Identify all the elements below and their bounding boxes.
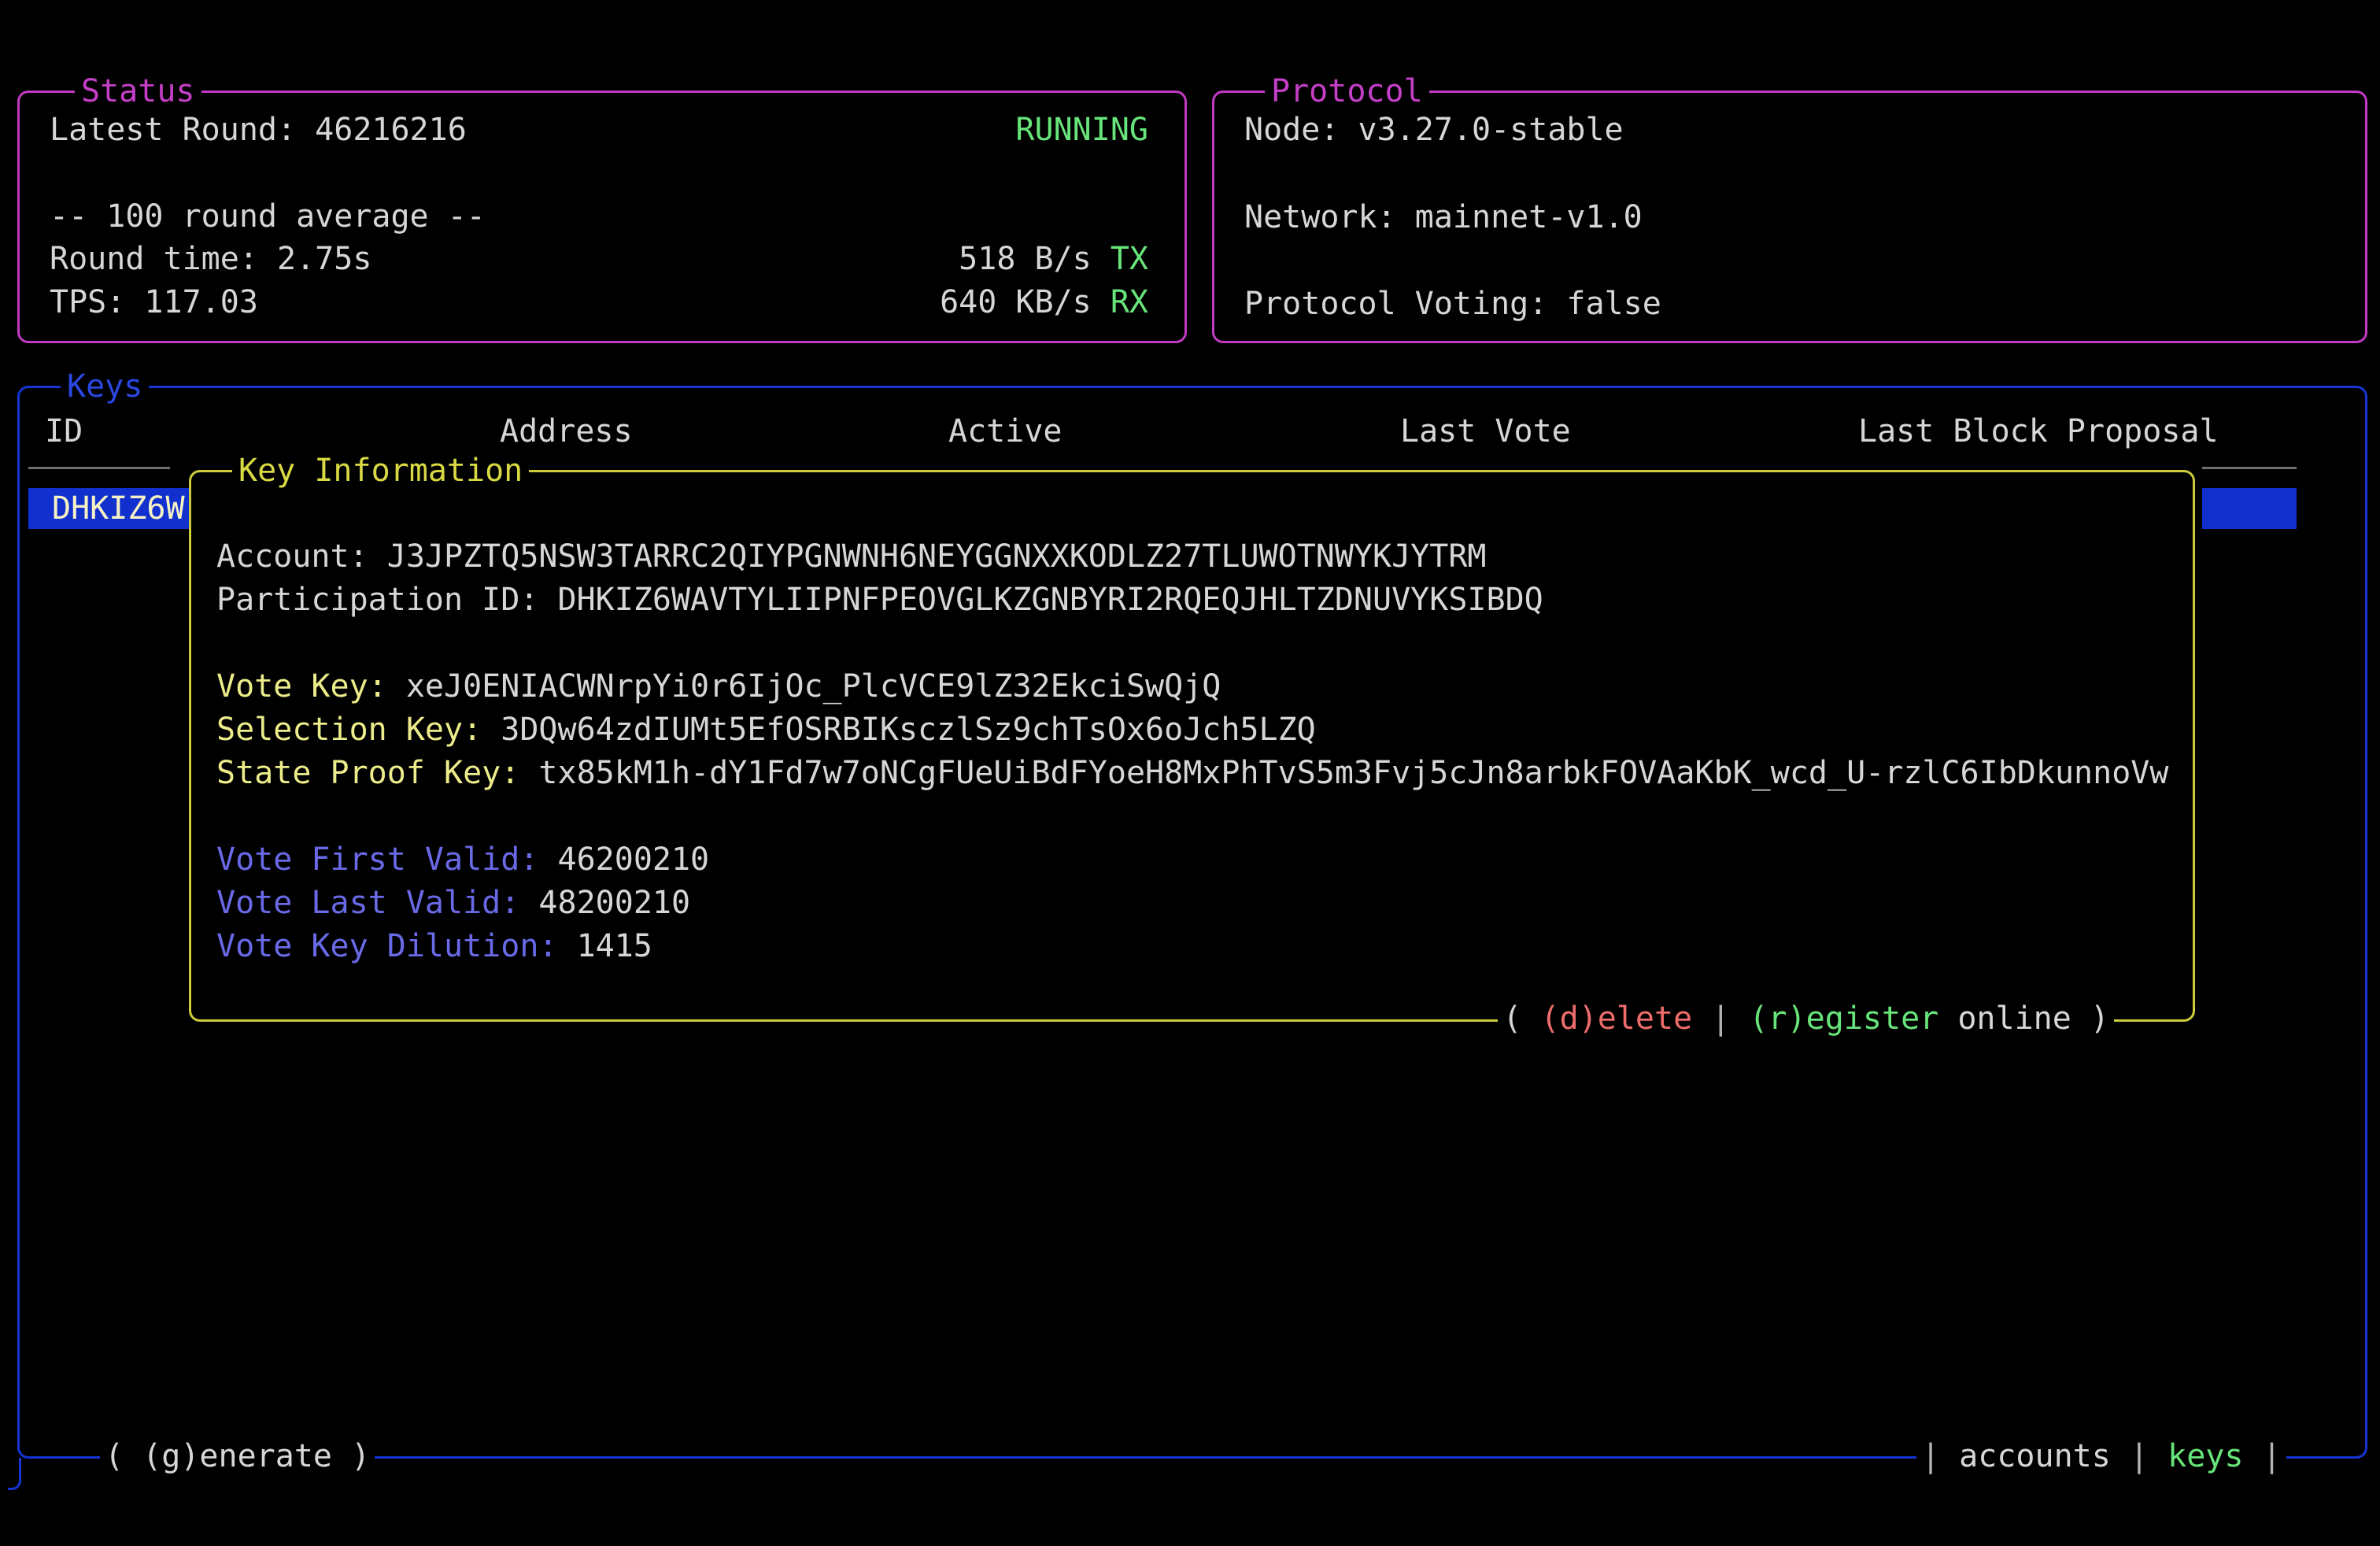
table-row-selected[interactable]: DHKIZ6W [28,488,205,529]
actions-online-text: online ) [1938,1000,2109,1037]
tab-pipe-right: | [2263,1438,2282,1474]
tps-text: TPS: 117.03 [50,281,258,324]
tx-label: TX [1111,241,1148,277]
column-header-last-block-proposal: Last Block Proposal [1858,410,2219,453]
vote-key-line: Vote Key: xeJ0ENIACWNrpYi0r6IjOc_PlcVCE9… [216,665,1221,708]
column-header-last-vote: Last Vote [1400,410,1571,453]
register-online-button[interactable]: (r)egister [1749,1000,1938,1037]
rx-label: RX [1111,284,1148,320]
selection-key-line: Selection Key: 3DQw64zdIUMt5EfOSRBIKsczl… [216,708,1316,752]
keys-panel-title: Keys [61,365,149,409]
vote-last-valid-label: Vote Last Valid: [216,885,538,921]
rx-rate-value: 640 KB/s [940,284,1111,320]
vote-first-valid-value: 46200210 [557,841,709,878]
rx-rate-text: 640 KB/s RX [940,281,1148,324]
participation-id-value: DHKIZ6WAVTYLIIPNFPEOVGLKZGNBYRI2RQEQJHLT… [557,582,1543,618]
actions-open-paren: ( [1502,1000,1540,1037]
border-corner-artifact [8,1458,21,1490]
tab-accounts[interactable]: accounts [1940,1438,2130,1474]
delete-button[interactable]: (d)elete [1541,1000,1693,1037]
actions-separator: | [1692,1000,1749,1037]
column-header-id: ID [45,410,83,453]
tab-keys[interactable]: keys [2168,1438,2243,1474]
column-header-active: Active [948,410,1062,453]
table-row-selected-right-segment[interactable] [2202,488,2297,529]
protocol-panel-title: Protocol [1265,70,1429,113]
state-proof-key-value: tx85kM1h-dY1Fd7w7oNCgFUeUiBdFYoeH8MxPhTv… [538,755,2168,791]
round-time-text: Round time: 2.75s [50,238,371,281]
tab-space2 [2243,1438,2262,1474]
vote-key-label: Vote Key: [216,668,406,705]
vote-key-dilution-label: Vote Key Dilution: [216,928,577,964]
terminal-screen: { "status_panel": { "title": "Status", "… [0,0,2380,1546]
selection-key-value: 3DQw64zdIUMt5EfOSRBIKsczlSz9chTsOx6oJch5… [501,712,1316,748]
tx-rate-text: 518 B/s TX [959,238,1148,281]
key-information-panel: Key Information Account: J3JPZTQ5NSW3TAR… [189,470,2195,1022]
protocol-panel: Protocol Node: v3.27.0-stable Network: m… [1212,91,2367,343]
vote-first-valid-line: Vote First Valid: 46200210 [216,838,709,882]
tab-pipe-mid: | [2130,1438,2149,1474]
generate-button[interactable]: ( (g)enerate ) [100,1435,375,1478]
account-line: Account: J3JPZTQ5NSW3TARRC2QIYPGNWNH6NEY… [216,535,1487,579]
protocol-voting-text: Protocol Voting: false [1244,283,1661,326]
tab-pipe-left: | [1921,1438,1940,1474]
latest-round-text: Latest Round: 46216216 [50,109,467,152]
round-average-header: -- 100 round average -- [50,195,486,239]
vote-last-valid-line: Vote Last Valid: 48200210 [216,882,690,925]
header-separator-left [28,467,170,469]
vote-key-dilution-line: Vote Key Dilution: 1415 [216,925,652,968]
key-information-title: Key Information [232,449,529,493]
node-state-badge: RUNNING [1015,109,1148,152]
state-proof-key-label: State Proof Key: [216,755,538,791]
vote-key-value: xeJ0ENIACWNrpYi0r6IjOc_PlcVCE9lZ32EkciSw… [406,668,1221,705]
network-text: Network: mainnet-v1.0 [1244,196,1643,239]
vote-last-valid-value: 48200210 [538,885,690,921]
status-panel: Status Latest Round: 46216216 RUNNING --… [17,91,1187,343]
tx-rate-value: 518 B/s [959,241,1111,277]
participation-id-line: Participation ID: DHKIZ6WAVTYLIIPNFPEOVG… [216,579,1543,622]
account-label: Account: [216,538,387,575]
vote-first-valid-label: Vote First Valid: [216,841,557,878]
state-proof-key-line: State Proof Key: tx85kM1h-dY1Fd7w7oNCgFU… [216,752,2168,795]
participation-id-label: Participation ID: [216,582,557,618]
key-actions: ( (d)elete | (r)egister online ) [1498,997,2114,1041]
node-version-text: Node: v3.27.0-stable [1244,109,1624,152]
status-panel-title: Status [75,70,201,113]
selection-key-label: Selection Key: [216,712,501,748]
view-tabs: | accounts | keys | [1916,1435,2286,1478]
column-header-address: Address [500,410,633,453]
tab-space [2149,1438,2168,1474]
vote-key-dilution-value: 1415 [577,928,652,964]
account-value: J3JPZTQ5NSW3TARRC2QIYPGNWNH6NEYGGNXXKODL… [387,538,1487,575]
header-separator-right [2202,467,2297,469]
